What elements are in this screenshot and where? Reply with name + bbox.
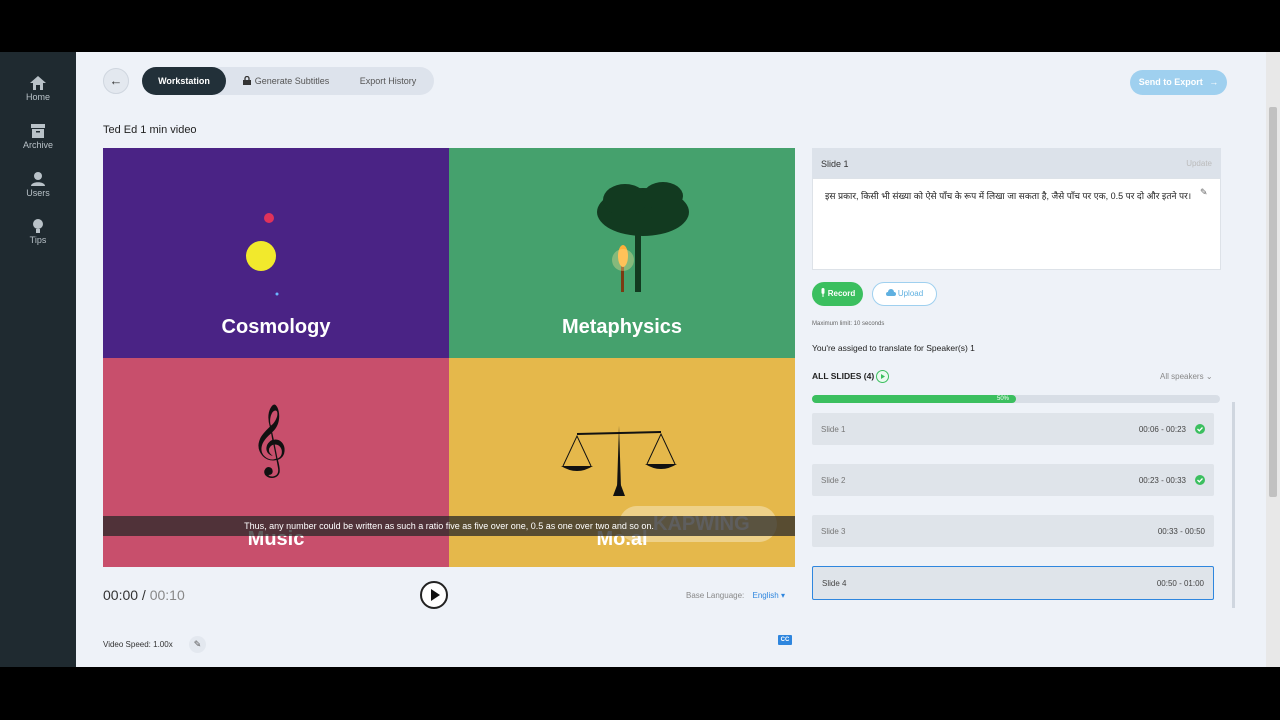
speed-edit-button[interactable]: ✎ <box>189 636 206 653</box>
slide-row-selected[interactable]: Slide 4 00:50 - 01:00 <box>812 566 1214 600</box>
quadrant-label: Cosmology <box>221 316 331 338</box>
video-preview[interactable]: Cosmology Metaphysics 𝄞 Music Mo.al Thus… <box>103 148 795 567</box>
slide-range: 00:23 - 00:33 <box>1138 476 1186 485</box>
tab-workstation[interactable]: Workstation <box>142 67 226 95</box>
edit-icon[interactable]: ✎ <box>1200 187 1214 201</box>
slide-name: Slide 1 <box>821 425 846 434</box>
quadrant-label: Metaphysics <box>561 316 683 338</box>
video-title: Ted Ed 1 min video <box>103 124 197 136</box>
progress-bar: 50% <box>812 395 1220 403</box>
sidebar: Home Archive Users Tips <box>0 52 76 667</box>
time-display: 00:00 / 00:10 <box>103 587 185 603</box>
send-label: Send to Export <box>1138 77 1203 87</box>
max-limit-note: Maximum limit: 10 seconds <box>812 321 885 327</box>
cloud-upload-icon <box>885 289 896 296</box>
sidebar-item-label: Archive <box>22 140 53 150</box>
home-icon <box>30 76 46 90</box>
base-language-label: Base Language: <box>686 591 745 600</box>
tab-generate-subtitles[interactable]: Generate Subtitles <box>238 67 334 95</box>
play-icon <box>881 374 885 379</box>
arrow-left-icon: ← <box>109 73 123 88</box>
slide-name: Slide 2 <box>821 476 846 485</box>
slide-range: 00:50 - 01:00 <box>1156 579 1204 588</box>
slide-row[interactable]: Slide 3 00:33 - 00:50 <box>812 515 1214 547</box>
chevron-down-icon: ▾ <box>781 591 786 600</box>
tab-label: Generate Subtitles <box>254 76 330 86</box>
time-separator: / <box>138 587 150 603</box>
subtitle-caption: Thus, any number could be written as suc… <box>103 516 795 536</box>
back-button[interactable]: ← <box>103 68 129 94</box>
slide-row[interactable]: Slide 2 00:23 - 00:33 <box>812 464 1214 496</box>
edit-icon: ✎ <box>193 639 202 649</box>
sidebar-item-label: Users <box>26 188 50 198</box>
base-language: Base Language: English ▾ <box>686 591 785 600</box>
slide-list-scrollbar[interactable] <box>1232 402 1235 608</box>
progress-label: 50% <box>997 396 1010 402</box>
page-scrollbar[interactable] <box>1266 52 1280 667</box>
sidebar-item-home[interactable]: Home <box>0 76 76 102</box>
play-icon <box>431 589 440 601</box>
slide-range: 00:06 - 00:23 <box>1138 425 1186 434</box>
metaphysics-panel: Metaphysics <box>449 148 795 358</box>
current-time: 00:00 <box>103 587 139 603</box>
base-language-select[interactable]: English ▾ <box>753 591 786 600</box>
speaker-filter[interactable]: All speakers ⌄ <box>1160 372 1213 381</box>
check-icon <box>1195 424 1205 434</box>
chevron-down-icon: ⌄ <box>1205 372 1213 381</box>
record-label: Record <box>827 289 856 298</box>
total-time: 00:10 <box>149 587 185 603</box>
send-to-export-button[interactable]: Send to Export → <box>1130 70 1227 95</box>
check-icon <box>1195 475 1205 485</box>
slide-row[interactable]: Slide 1 00:06 - 00:23 <box>812 413 1214 445</box>
main-area: ← Workstation Generate Subtitles Export … <box>76 52 1266 667</box>
update-button[interactable]: Update <box>1186 159 1212 168</box>
slide-range: 00:33 - 00:50 <box>1157 527 1205 536</box>
play-all-button[interactable] <box>876 370 889 383</box>
record-button[interactable]: Record <box>812 282 863 306</box>
treble-clef-icon: 𝄞 <box>251 402 288 475</box>
base-language-value: English <box>752 591 779 600</box>
sidebar-item-label: Home <box>25 92 50 102</box>
sidebar-item-users[interactable]: Users <box>0 172 76 198</box>
assignment-note: You're assiged to translate for Speaker(… <box>812 343 975 353</box>
sidebar-item-tips[interactable]: Tips <box>0 219 76 245</box>
tab-export-history[interactable]: Export History <box>347 67 429 95</box>
sidebar-item-archive[interactable]: Archive <box>0 124 76 150</box>
archive-icon <box>31 124 45 138</box>
translation-textarea[interactable]: इस प्रकार, किसी भी संख्या को ऐसे पाँच के… <box>812 178 1221 270</box>
tab-bar: Workstation Generate Subtitles Export Hi… <box>142 67 434 95</box>
cc-button[interactable]: CC <box>778 635 792 645</box>
sidebar-item-label: Tips <box>29 235 47 245</box>
app-window: Home Archive Users Tips ← Workstation Ge… <box>0 52 1280 667</box>
users-icon <box>31 172 45 186</box>
microphone-icon <box>821 288 825 297</box>
translation-text: इस प्रकार, किसी भी संख्या को ऐसे पाँच के… <box>825 191 1192 201</box>
upload-button[interactable]: Upload <box>872 282 937 306</box>
lock-icon <box>242 75 251 85</box>
slide-name: Slide 4 <box>822 579 847 588</box>
arrow-right-icon: → <box>1209 77 1219 87</box>
scrollbar-thumb[interactable] <box>1269 107 1277 497</box>
video-speed: Video Speed: 1.00x <box>103 640 173 649</box>
play-button[interactable] <box>420 581 448 609</box>
progress-fill <box>812 395 1016 403</box>
slide-name: Slide 3 <box>821 527 846 536</box>
slide-editor-title: Slide 1 <box>821 159 849 169</box>
slide-editor-header: Slide 1 Update <box>812 148 1221 178</box>
tips-icon <box>33 219 43 233</box>
speaker-filter-label: All speakers <box>1160 372 1204 381</box>
cosmology-panel: Cosmology <box>103 148 449 358</box>
all-slides-header: ALL SLIDES (4) <box>812 371 875 381</box>
upload-label: Upload <box>897 289 924 298</box>
